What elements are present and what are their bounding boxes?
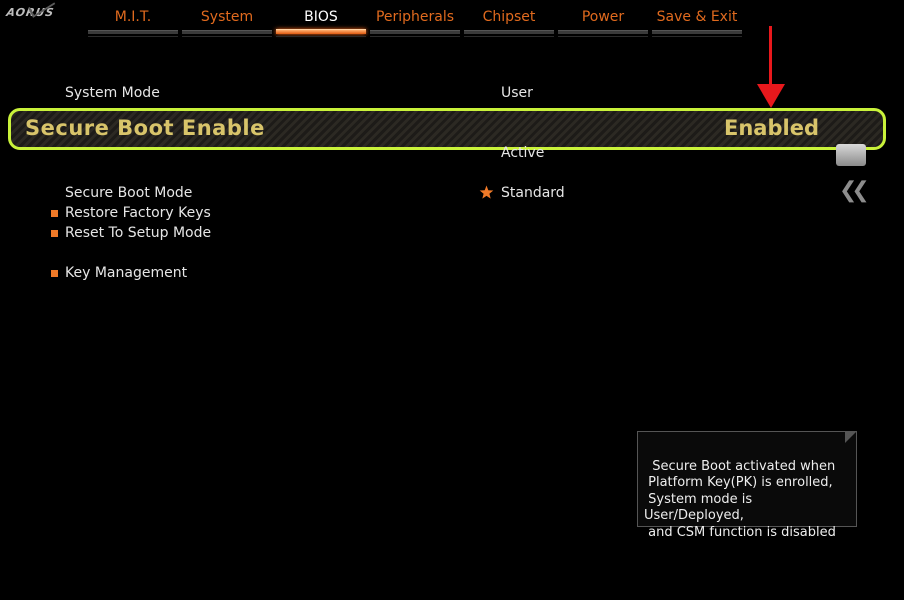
secure-boot-mode-value[interactable]: Standard [501, 185, 565, 201]
aorus-logo: AORUS [4, 0, 71, 24]
tab-bios[interactable]: BIOS [274, 0, 368, 40]
tab-power-label: Power [581, 9, 625, 25]
star-icon [479, 185, 494, 199]
double-chevron-left-icon[interactable]: ❮❮ [839, 178, 870, 203]
secure-boot-enable-label: Secure Boot Enable [25, 116, 265, 140]
tab-system[interactable]: System [180, 0, 274, 40]
tab-chipset-label: Chipset [482, 9, 536, 25]
secure-boot-enable-value[interactable]: Enabled [724, 116, 819, 140]
help-text: Secure Boot activated when Platform Key(… [644, 458, 836, 540]
key-management-item[interactable]: Key Management [65, 265, 187, 281]
tab-mit[interactable]: M.I.T. [86, 0, 180, 40]
reset-to-setup-mode-bullet-icon [51, 230, 58, 237]
tab-bios-label: BIOS [304, 9, 338, 25]
tab-save-exit-label: Save & Exit [656, 9, 738, 25]
secure-boot-status-value: Active [501, 145, 545, 161]
tab-save-exit[interactable]: Save & Exit [650, 0, 744, 40]
annotation-arrow-icon [757, 84, 785, 108]
tab-power[interactable]: Power [556, 0, 650, 40]
restore-factory-keys-bullet-icon [51, 210, 58, 217]
reset-to-setup-mode-item[interactable]: Reset To Setup Mode [65, 225, 211, 241]
annotation-arrow-shaft [769, 26, 772, 88]
tab-mit-label: M.I.T. [114, 9, 152, 25]
keyboard-icon[interactable] [836, 144, 866, 166]
help-tooltip: Secure Boot activated when Platform Key(… [637, 431, 857, 540]
main-tab-bar: M.I.T. System BIOS Peripherals Chipset P… [86, 0, 744, 40]
restore-factory-keys-item[interactable]: Restore Factory Keys [65, 205, 211, 221]
system-mode-value: User [501, 85, 533, 101]
secure-boot-mode-label[interactable]: Secure Boot Mode [65, 185, 192, 201]
system-mode-label: System Mode [65, 85, 160, 101]
tab-peripherals[interactable]: Peripherals [368, 0, 462, 40]
tab-chipset[interactable]: Chipset [462, 0, 556, 40]
secure-boot-enable-row[interactable]: Secure Boot Enable Enabled [8, 108, 886, 150]
tab-peripherals-label: Peripherals [375, 9, 455, 25]
help-corner-fold [845, 431, 857, 443]
tab-system-label: System [200, 9, 254, 25]
key-management-bullet-icon [51, 270, 58, 277]
